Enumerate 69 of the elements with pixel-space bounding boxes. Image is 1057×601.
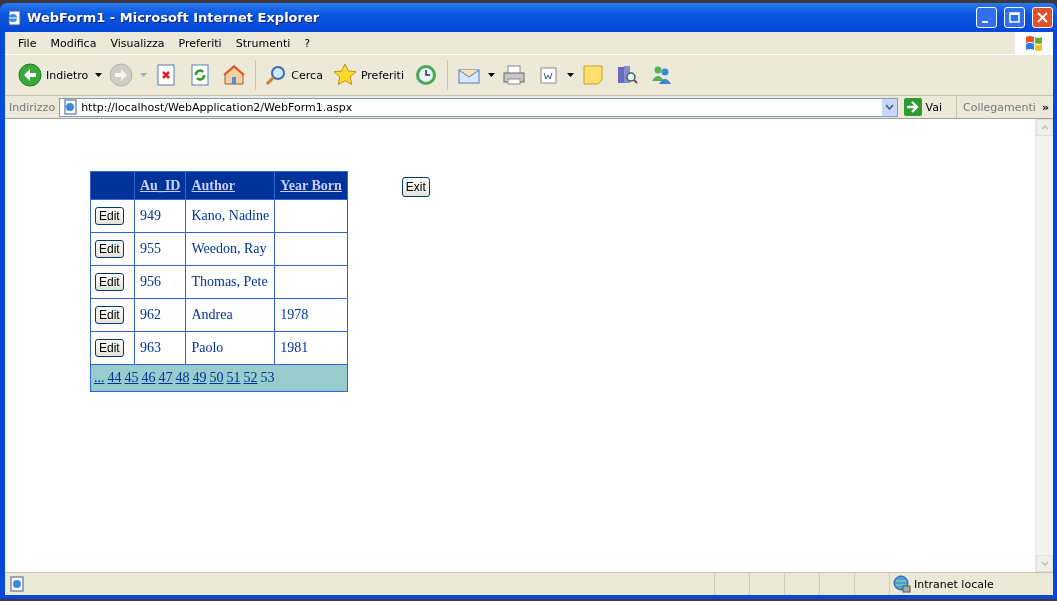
printer-icon[interactable] [502,64,525,86]
page-link[interactable]: 50 [209,370,224,385]
back-button[interactable]: Indietro [15,61,92,89]
window-title: WebForm1 - Microsoft Internet Explorer [27,10,321,25]
edit-button[interactable]: Edit [95,339,124,357]
exit-button[interactable]: Exit [401,177,430,197]
table-cell: Kano, Nadine [191,208,270,223]
address-label: Indirizzo [8,100,57,114]
page-link[interactable]: 49 [192,370,207,385]
star-icon [332,63,357,87]
close-button[interactable] [1032,7,1053,28]
maximize-icon [1008,11,1021,24]
edit-button[interactable]: Edit [95,207,124,225]
caret-icon[interactable] [487,73,495,77]
table-cell: 1978 [280,307,309,322]
people-icon[interactable] [649,64,672,86]
book-search-icon[interactable] [615,64,638,86]
flag-logo-icon [1025,34,1043,52]
edit-button[interactable]: Edit [95,306,124,324]
page-link[interactable]: 46 [141,370,156,385]
menu-item[interactable]: ? [297,34,318,52]
history-icon[interactable] [414,64,437,86]
table-cell: 955 [140,241,161,256]
arrow-right-icon [903,98,922,116]
close-icon [1036,11,1049,24]
stop-icon[interactable] [155,64,178,86]
caret-icon[interactable] [566,73,574,77]
page-link[interactable]: 52 [243,370,258,385]
table-cell: Thomas, Pete [191,274,268,289]
table-cell: 963 [140,340,161,355]
table-cell: 1981 [280,340,309,355]
page-icon [62,99,79,115]
menu-item[interactable]: File [11,34,44,52]
menu-item[interactable]: Preferiti [171,34,229,52]
menu-item[interactable]: Modifica [43,34,104,52]
table-cell: 956 [140,274,161,289]
go-button[interactable]: Vai [897,96,958,118]
page-link[interactable]: 51 [226,370,241,385]
globe-network-icon [893,575,911,593]
page-link[interactable]: 44 [107,370,122,385]
table-cell: Andrea [191,307,233,322]
page-link[interactable]: 47 [158,370,173,385]
links-label[interactable]: Collegamenti [957,100,1042,114]
current-page: 53 [260,370,275,385]
page-link[interactable]: 45 [124,370,139,385]
table-cell: 962 [140,307,161,322]
page-icon [9,576,25,592]
menu-item[interactable]: Visualizza [103,34,172,52]
search-icon [265,64,288,86]
page-icon [6,9,22,26]
page-link[interactable]: 48 [175,370,190,385]
search-button[interactable]: Cerca [262,62,326,88]
menu-item[interactable]: Strumenti [228,34,298,52]
edit-button[interactable]: Edit [95,240,124,258]
address-field[interactable]: http://localhost/WebApplication2/WebForm1.aspx [59,97,898,117]
refresh-icon[interactable] [189,64,212,86]
table-cell: Weedon, Ray [191,241,267,256]
zone-label: Intranet locale [914,577,994,591]
home-icon[interactable] [223,64,246,86]
edit-button[interactable]: Edit [95,273,124,291]
maximize-button[interactable] [1004,7,1025,28]
favorites-button[interactable]: Preferiti [329,61,407,89]
table-cell: Paolo [191,340,224,355]
minimize-icon [981,19,988,23]
minimize-button[interactable] [976,7,997,28]
caret-icon[interactable] [95,73,103,77]
more-links[interactable]: » [1041,100,1053,114]
table-cell: 949 [140,208,161,223]
page-link[interactable]: ... [94,370,105,385]
